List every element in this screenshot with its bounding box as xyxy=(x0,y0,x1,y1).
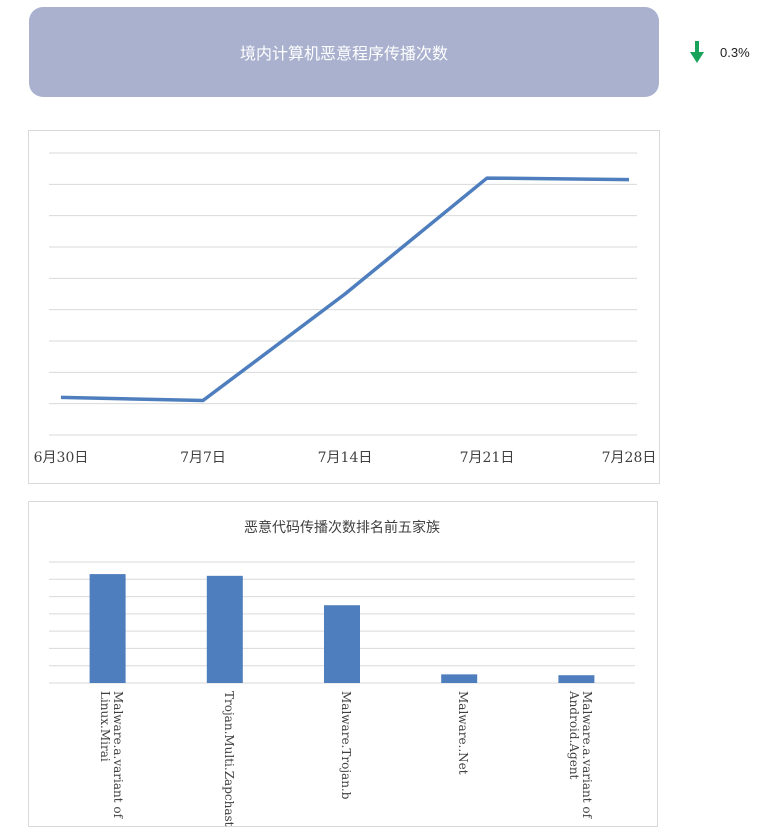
x-tick-label: 7月28日 xyxy=(602,450,657,466)
category-label-line: Malware.a.variant of xyxy=(580,691,594,820)
bar xyxy=(558,675,595,683)
category-label-line: Trojan.Multi.Zapchast xyxy=(222,691,236,827)
category-label-line: Malware.Trojan.b xyxy=(339,691,353,800)
trend-indicator: 0.3% xyxy=(690,38,750,66)
title-banner: 境内计算机恶意程序传播次数 xyxy=(29,7,659,97)
x-tick-label: 7月7日 xyxy=(180,450,226,466)
series-line xyxy=(60,176,630,403)
bar xyxy=(441,674,478,683)
category-label-line: Malware.a.variant of xyxy=(111,691,125,820)
bar xyxy=(206,575,243,683)
category-label: Malware.Trojan.b xyxy=(339,691,353,800)
x-tick-label: 6月30日 xyxy=(34,450,89,466)
x-tick-label: 7月14日 xyxy=(318,450,373,466)
category-label-line: Linux.Mirai xyxy=(98,691,112,762)
x-tick-label: 7月21日 xyxy=(460,450,515,466)
category-label: Malware..Net xyxy=(456,691,470,775)
bar xyxy=(89,574,126,683)
category-label: Malware.a.variant ofLinux.Mirai xyxy=(98,691,125,820)
category-label-line: Malware..Net xyxy=(456,691,470,775)
bar-chart: 恶意代码传播次数排名前五家族Malware.a.variant ofLinux.… xyxy=(49,519,635,827)
category-label: Malware.a.variant ofAndroid.Agent xyxy=(567,690,594,820)
bar-chart-panel: 恶意代码传播次数排名前五家族 Malware.a.variant ofLinux.… xyxy=(28,501,658,827)
line-chart: 6月30日 7月7日 7月14日 7月21日 7月28日 xyxy=(34,152,657,466)
bar xyxy=(324,605,360,683)
category-label-line: Android.Agent xyxy=(567,690,581,780)
trend-value: 0.3% xyxy=(720,44,750,60)
banner-title: 境内计算机恶意程序传播次数 xyxy=(239,44,448,63)
chart-title: 恶意代码传播次数排名前五家族 xyxy=(244,519,440,536)
line-chart-panel: 6月30日 7月7日 7月14日 7月21日 7月28日 xyxy=(28,130,660,484)
category-label: Trojan.Multi.Zapchast xyxy=(222,691,236,827)
arrow-down-icon xyxy=(690,40,704,64)
